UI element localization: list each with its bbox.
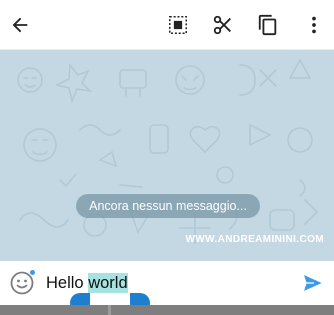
- copy-button[interactable]: [248, 0, 288, 50]
- cut-button[interactable]: [203, 0, 243, 50]
- more-options-button[interactable]: [294, 0, 334, 50]
- more-vertical-icon: [312, 16, 316, 34]
- text-selection-toolbar: [0, 0, 334, 50]
- cut-icon: [213, 15, 231, 35]
- emoji-notification-dot: [29, 269, 36, 276]
- input-text: Hello: [46, 274, 89, 292]
- keyboard-divider: [108, 305, 111, 315]
- back-arrow-icon: [12, 17, 28, 33]
- watermark: WWW.ANDREAMININI.COM: [185, 234, 324, 245]
- empty-chat-notice: Ancora nessun messaggio...: [76, 194, 260, 218]
- message-input[interactable]: Hello world: [46, 271, 128, 295]
- send-icon: [302, 273, 324, 293]
- select-all-button[interactable]: [158, 0, 198, 50]
- selected-text: world: [88, 273, 128, 293]
- message-composer: Hello world: [0, 261, 334, 305]
- select-all-icon: [169, 16, 187, 34]
- keyboard-edge: [0, 305, 334, 315]
- copy-icon: [258, 14, 277, 36]
- doodle-pattern: [17, 58, 319, 244]
- send-button[interactable]: [302, 273, 324, 293]
- chat-background: Ancora nessun messaggio...: [0, 50, 334, 261]
- back-button[interactable]: [0, 0, 40, 50]
